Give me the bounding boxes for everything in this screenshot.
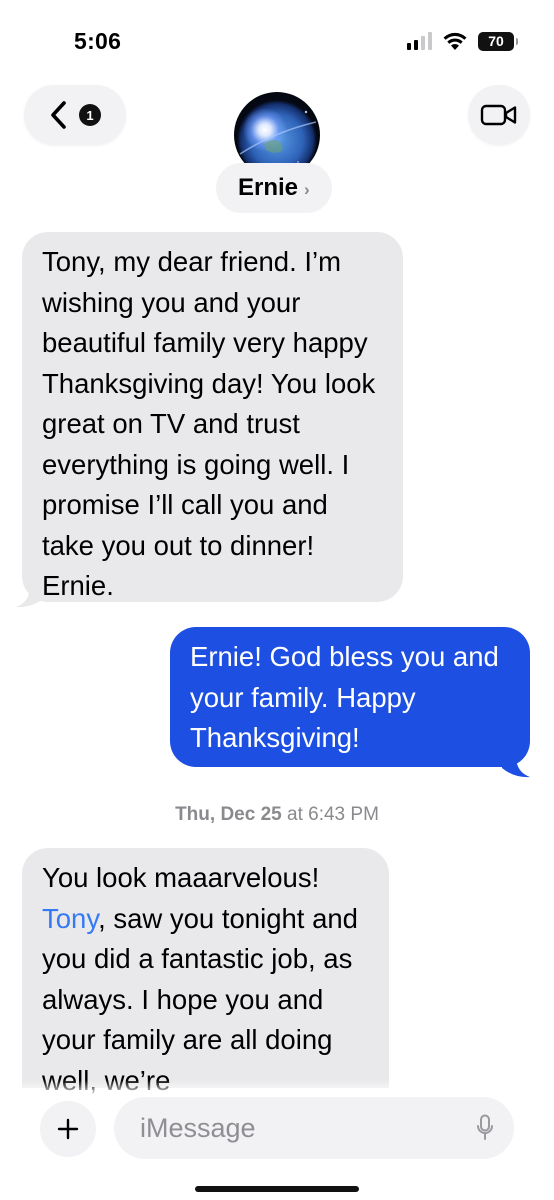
home-indicator — [195, 1186, 359, 1192]
facetime-video-button[interactable] — [468, 85, 530, 145]
microphone-icon[interactable] — [476, 1114, 494, 1142]
status-time: 5:06 — [74, 28, 122, 54]
imessage-input[interactable] — [138, 1111, 462, 1145]
plus-icon — [57, 1118, 79, 1140]
contact-name: Ernie — [238, 174, 299, 201]
bubble-tail — [502, 756, 530, 778]
outgoing-message-bubble[interactable]: Ernie! God bless you and your family. Ha… — [170, 627, 530, 767]
battery-icon: 70 — [478, 31, 518, 51]
timestamp-date: Thu, Dec 25 — [175, 804, 282, 825]
battery-level: 70 — [488, 33, 504, 49]
contact-mention-link[interactable]: Tony — [42, 903, 98, 934]
contact-name-button[interactable]: Ernie › — [216, 163, 332, 213]
back-button[interactable]: 1 — [24, 85, 126, 145]
incoming-message-bubble[interactable]: Tony, my dear friend. I’m wishing you an… — [22, 232, 403, 602]
wifi-icon — [443, 32, 467, 50]
message-timestamp: Thu, Dec 25 at 6:43 PM — [0, 804, 554, 826]
message-text: You look maaarvelous! — [42, 862, 320, 893]
timestamp-time: at 6:43 PM — [287, 804, 379, 825]
incoming-message-bubble[interactable]: You look maaarvelous! Tony, saw you toni… — [22, 848, 389, 1096]
video-camera-icon — [480, 104, 517, 126]
bubble-tail — [16, 586, 44, 608]
chevron-left-icon — [51, 101, 66, 129]
status-indicators: 70 — [407, 27, 518, 55]
apps-plus-button[interactable] — [40, 1101, 96, 1157]
cellular-signal-icon — [407, 32, 432, 50]
unread-count-badge: 1 — [79, 104, 101, 126]
imessage-input-container[interactable] — [114, 1097, 514, 1159]
chevron-right-icon: › — [304, 179, 310, 199]
